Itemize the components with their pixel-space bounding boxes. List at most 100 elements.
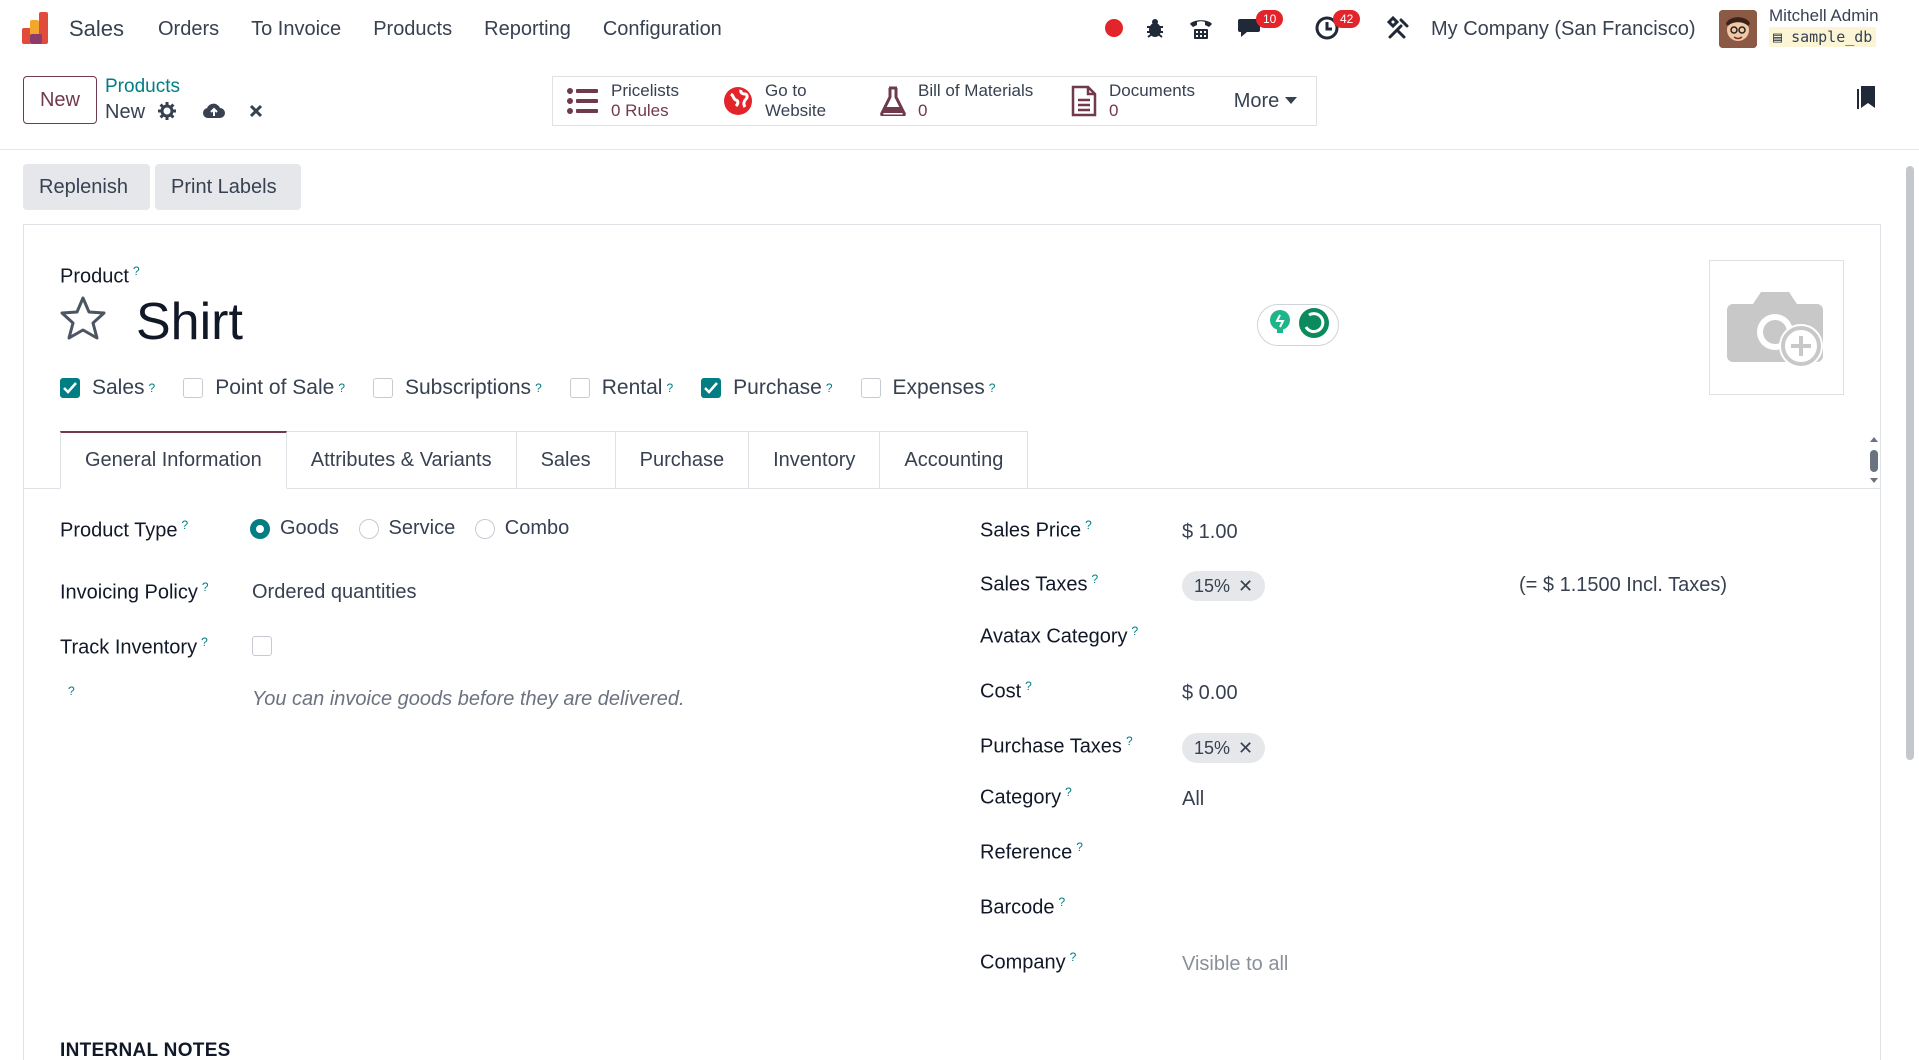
invoicing-policy-label: Invoicing Policy?	[60, 580, 209, 604]
tab-purchase[interactable]: Purchase	[615, 431, 750, 489]
main-menu: Orders To Invoice Products Reporting Con…	[158, 18, 754, 41]
checked-icon[interactable]	[701, 378, 722, 398]
pricelists-smart-button[interactable]: Pricelists 0 Rules	[552, 76, 710, 126]
tab-sales[interactable]: Sales	[516, 431, 616, 489]
website-label: Website	[765, 101, 827, 120]
pricelists-count: 0 Rules	[611, 101, 669, 120]
list-icon	[567, 87, 599, 115]
recording-dot-icon[interactable]	[1100, 0, 1128, 56]
whatsapp-chat-icon[interactable]	[1298, 307, 1330, 344]
document-icon	[1071, 85, 1097, 117]
lightbulb-icon[interactable]	[1267, 309, 1293, 342]
user-avatar[interactable]	[1719, 10, 1757, 48]
page-scrollbar[interactable]	[1906, 166, 1914, 760]
top-navbar: Sales Orders To Invoice Products Reporti…	[0, 0, 1919, 56]
reference-input[interactable]	[1182, 834, 1482, 868]
menu-orders[interactable]: Orders	[158, 18, 219, 41]
messages-icon[interactable]	[1235, 0, 1267, 56]
product-name-input[interactable]: Shirt	[136, 292, 243, 352]
ai-assistant-pill[interactable]	[1257, 304, 1339, 346]
bom-label: Bill of Materials	[918, 81, 1034, 100]
company-switcher[interactable]: My Company (San Francisco)	[1431, 18, 1696, 41]
sales-tax-tag[interactable]: 15% ✕	[1182, 571, 1266, 601]
purchase-tax-tag[interactable]: 15% ✕	[1182, 733, 1266, 763]
menu-to-invoice[interactable]: To Invoice	[251, 18, 341, 41]
breadcrumb-current: New	[105, 101, 146, 123]
sales-price-input[interactable]: $ 1.00	[1182, 521, 1238, 544]
unchecked-box[interactable]	[860, 378, 881, 398]
documents-button[interactable]: Documents 0	[1057, 76, 1216, 126]
category-label: Category?	[980, 785, 1072, 809]
app-name[interactable]: Sales	[69, 16, 124, 42]
camera-plus-icon	[1726, 291, 1823, 368]
checked-icon[interactable]	[60, 378, 80, 398]
tabs-scroll-indicator[interactable]	[1868, 434, 1880, 486]
checkbox-subscriptions[interactable]: Subscriptions?	[373, 376, 542, 400]
checkbox-sales[interactable]: Sales?	[60, 376, 155, 400]
tab-general-information[interactable]: General Information	[60, 431, 287, 489]
track-inventory-label: Track Inventory?	[60, 635, 208, 659]
remove-tag-icon[interactable]: ✕	[1238, 576, 1253, 597]
product-label: Product?	[60, 264, 140, 288]
user-name[interactable]: Mitchell Admin	[1769, 6, 1879, 26]
checkbox-expenses[interactable]: Expenses?	[860, 376, 995, 400]
debug-bug-icon[interactable]	[1141, 0, 1169, 56]
phone-icon[interactable]	[1185, 0, 1217, 56]
company-label: Company?	[980, 950, 1077, 974]
activities-count-badge: 42	[1333, 10, 1361, 28]
checkbox-rental[interactable]: Rental?	[569, 376, 673, 400]
bookmark-icon[interactable]	[1857, 84, 1877, 115]
checkbox-point-of-sale[interactable]: Point of Sale?	[183, 376, 345, 400]
unchecked-box[interactable]	[373, 378, 393, 398]
form-sheet	[23, 224, 1881, 1060]
save-cloud-icon[interactable]	[202, 102, 226, 125]
invoicing-policy-select[interactable]: Ordered quantities	[252, 581, 417, 604]
tab-accounting[interactable]: Accounting	[880, 431, 1029, 489]
menu-configuration[interactable]: Configuration	[603, 18, 722, 41]
activities-clock-icon[interactable]	[1311, 0, 1343, 56]
unchecked-box[interactable]	[569, 378, 590, 398]
discard-close-icon[interactable]	[248, 103, 264, 124]
messages-count-badge: 10	[1256, 10, 1284, 28]
favorite-star-icon[interactable]	[60, 296, 106, 345]
more-label: More	[1233, 90, 1280, 112]
company-select[interactable]: Visible to all	[1182, 953, 1288, 976]
remove-tag-icon[interactable]: ✕	[1238, 738, 1253, 759]
sales-app-logo-icon[interactable]	[22, 12, 56, 44]
cost-label: Cost?	[980, 679, 1032, 703]
breadcrumb-products[interactable]: Products	[105, 76, 180, 98]
gear-icon[interactable]	[158, 102, 176, 125]
radio-service[interactable]: Service	[358, 517, 455, 540]
menu-products[interactable]: Products	[373, 18, 452, 41]
avatax-category-input[interactable]	[1182, 618, 1482, 652]
bill-of-materials-button[interactable]: Bill of Materials 0	[866, 76, 1058, 126]
category-select[interactable]: All	[1182, 788, 1204, 811]
unchecked-box[interactable]	[183, 378, 204, 398]
track-inventory-checkbox[interactable]	[252, 636, 272, 656]
radio-combo[interactable]: Combo	[474, 517, 569, 540]
tab-attributes-variants[interactable]: Attributes & Variants	[286, 431, 517, 489]
incl-taxes-amount: (= $ 1.1500 Incl. Taxes)	[1519, 574, 1728, 596]
tab-inventory[interactable]: Inventory	[749, 431, 881, 489]
checkbox-purchase[interactable]: Purchase?	[701, 376, 833, 400]
barcode-input[interactable]	[1182, 889, 1482, 923]
help-tooltip-icon[interactable]: ?	[68, 684, 75, 698]
go-to-website-button[interactable]: Go to Website	[709, 76, 867, 126]
print-labels-button[interactable]: Print Labels	[155, 164, 301, 210]
database-icon: ▤	[1773, 28, 1783, 46]
database-name-text: sample_db	[1791, 28, 1873, 46]
sales-price-label: Sales Price?	[980, 518, 1092, 542]
cost-input[interactable]: $ 0.00	[1182, 682, 1238, 705]
product-type-label: Product Type?	[60, 518, 189, 542]
product-type-radio-group: Goods Service Combo	[250, 517, 583, 545]
replenish-button[interactable]: Replenish	[23, 164, 150, 210]
new-record-button[interactable]: New	[23, 76, 97, 124]
radio-goods[interactable]: Goods	[250, 517, 339, 540]
pricelists-label: Pricelists	[611, 81, 680, 100]
control-panel: New Products New Pricelists 0 Rules Go to…	[0, 56, 1919, 150]
globe-icon	[723, 86, 753, 116]
more-dropdown-button[interactable]: More	[1215, 76, 1317, 126]
menu-reporting[interactable]: Reporting	[484, 18, 571, 41]
settings-tools-icon[interactable]	[1384, 0, 1414, 56]
product-image-upload[interactable]	[1709, 260, 1844, 395]
